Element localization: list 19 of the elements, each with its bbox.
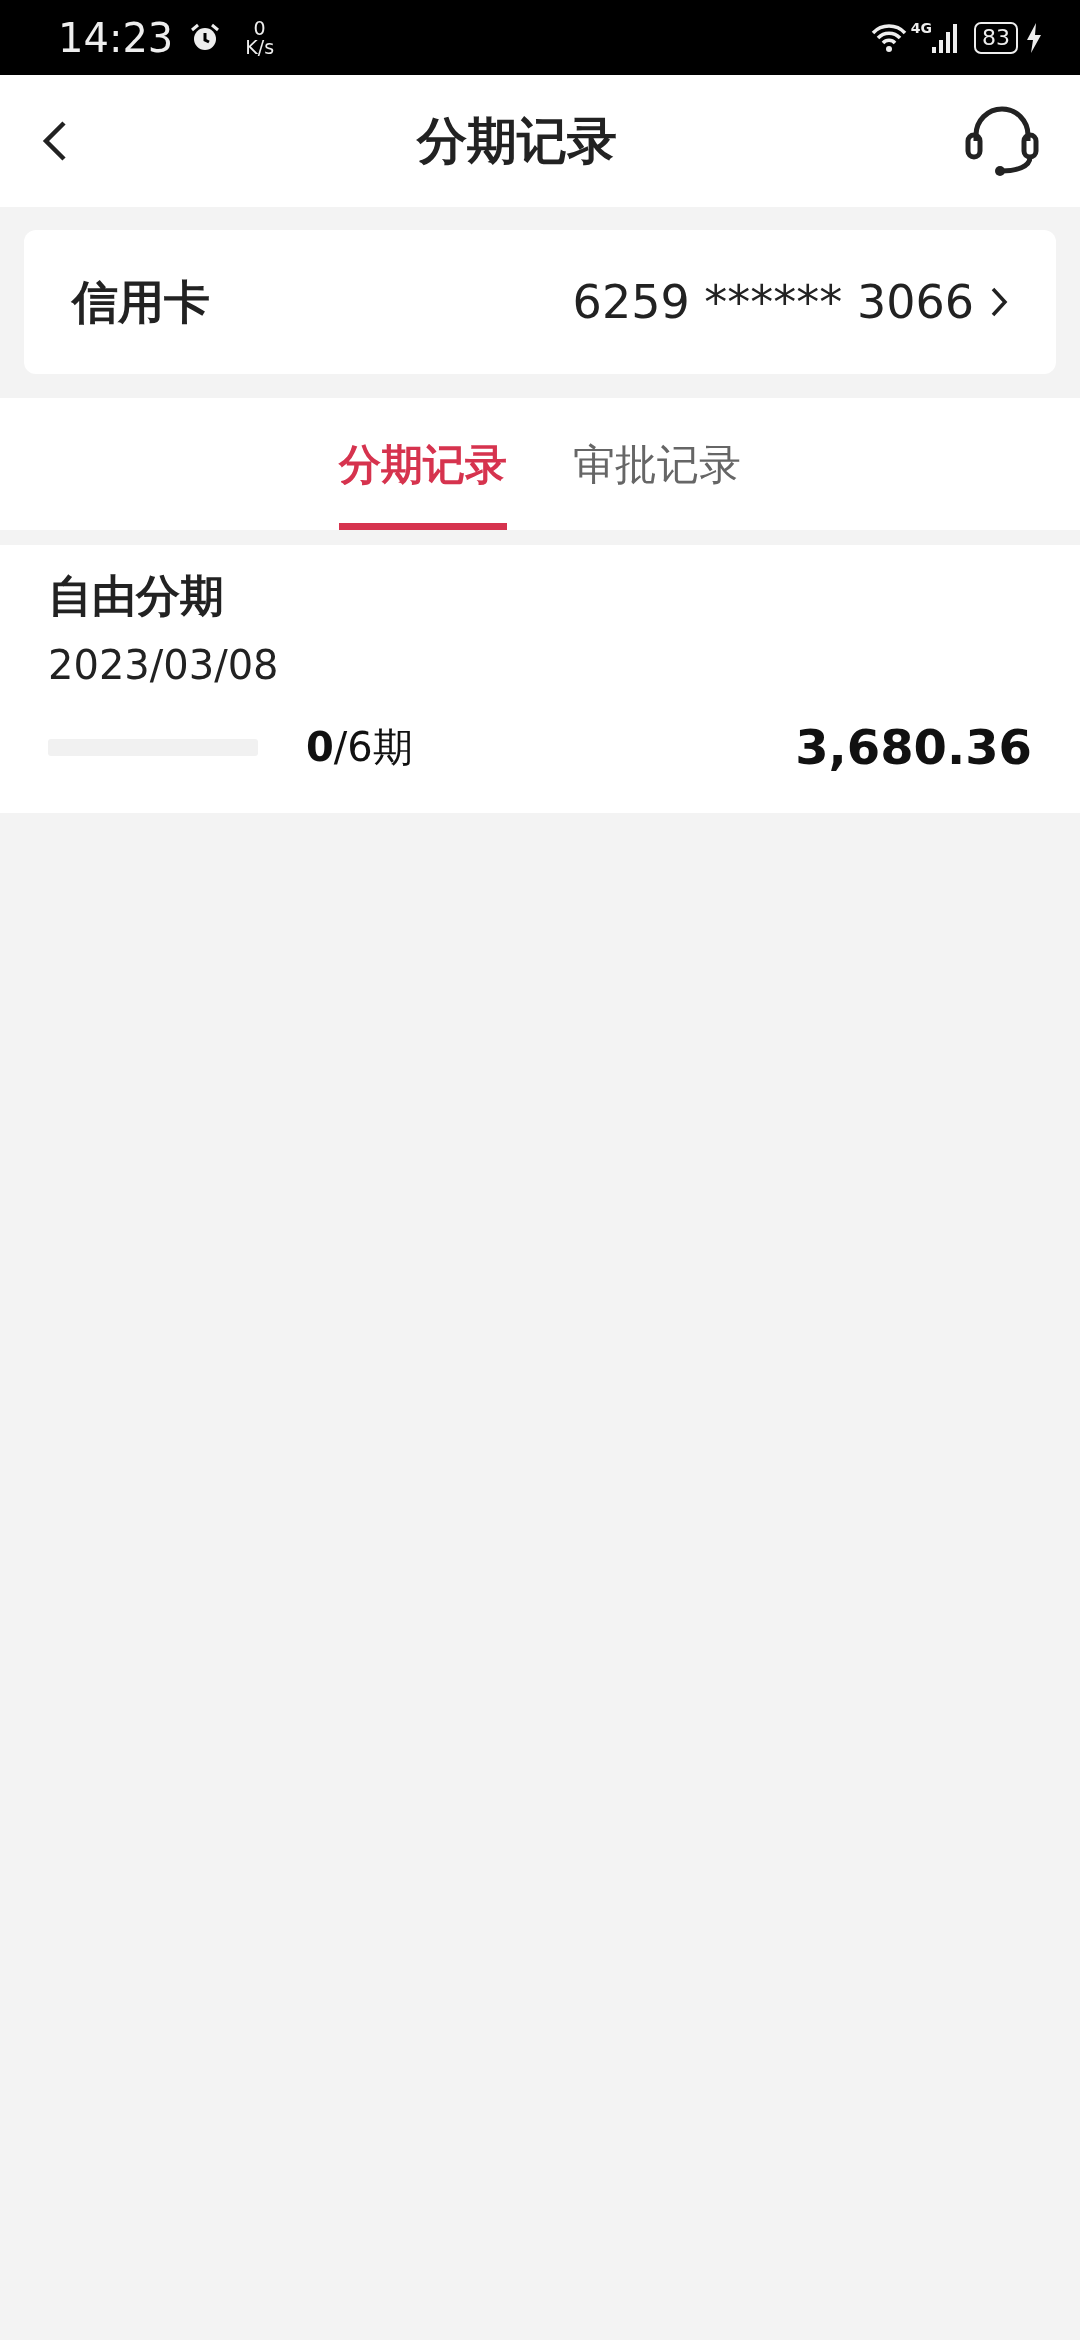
record-amount: 3,680.36 — [795, 718, 1032, 777]
speed-unit: K/s — [245, 37, 275, 57]
tab[interactable]: 审批记录 — [573, 398, 741, 530]
period-count: 0/6期 — [306, 723, 413, 772]
headset-icon[interactable] — [964, 105, 1040, 177]
clock-time: 14:23 — [58, 13, 174, 63]
card-type-label: 信用卡 — [72, 273, 210, 331]
card-number-link[interactable]: 6259 ****** 3066 — [572, 267, 974, 337]
speed-value: 0 — [252, 18, 267, 38]
record-date: 2023/03/08 — [48, 641, 280, 690]
charging-bolt-icon — [1026, 22, 1042, 53]
battery-indicator: 83 — [974, 21, 1018, 54]
page-title: 分期记录 — [417, 110, 617, 172]
chevron-right-icon — [990, 286, 1008, 318]
network-type: 4G — [910, 19, 932, 38]
signal-icon — [932, 22, 958, 53]
record-title: 自由分期 — [48, 569, 225, 623]
tab[interactable]: 分期记录 — [339, 398, 507, 530]
wifi-icon — [870, 22, 907, 53]
